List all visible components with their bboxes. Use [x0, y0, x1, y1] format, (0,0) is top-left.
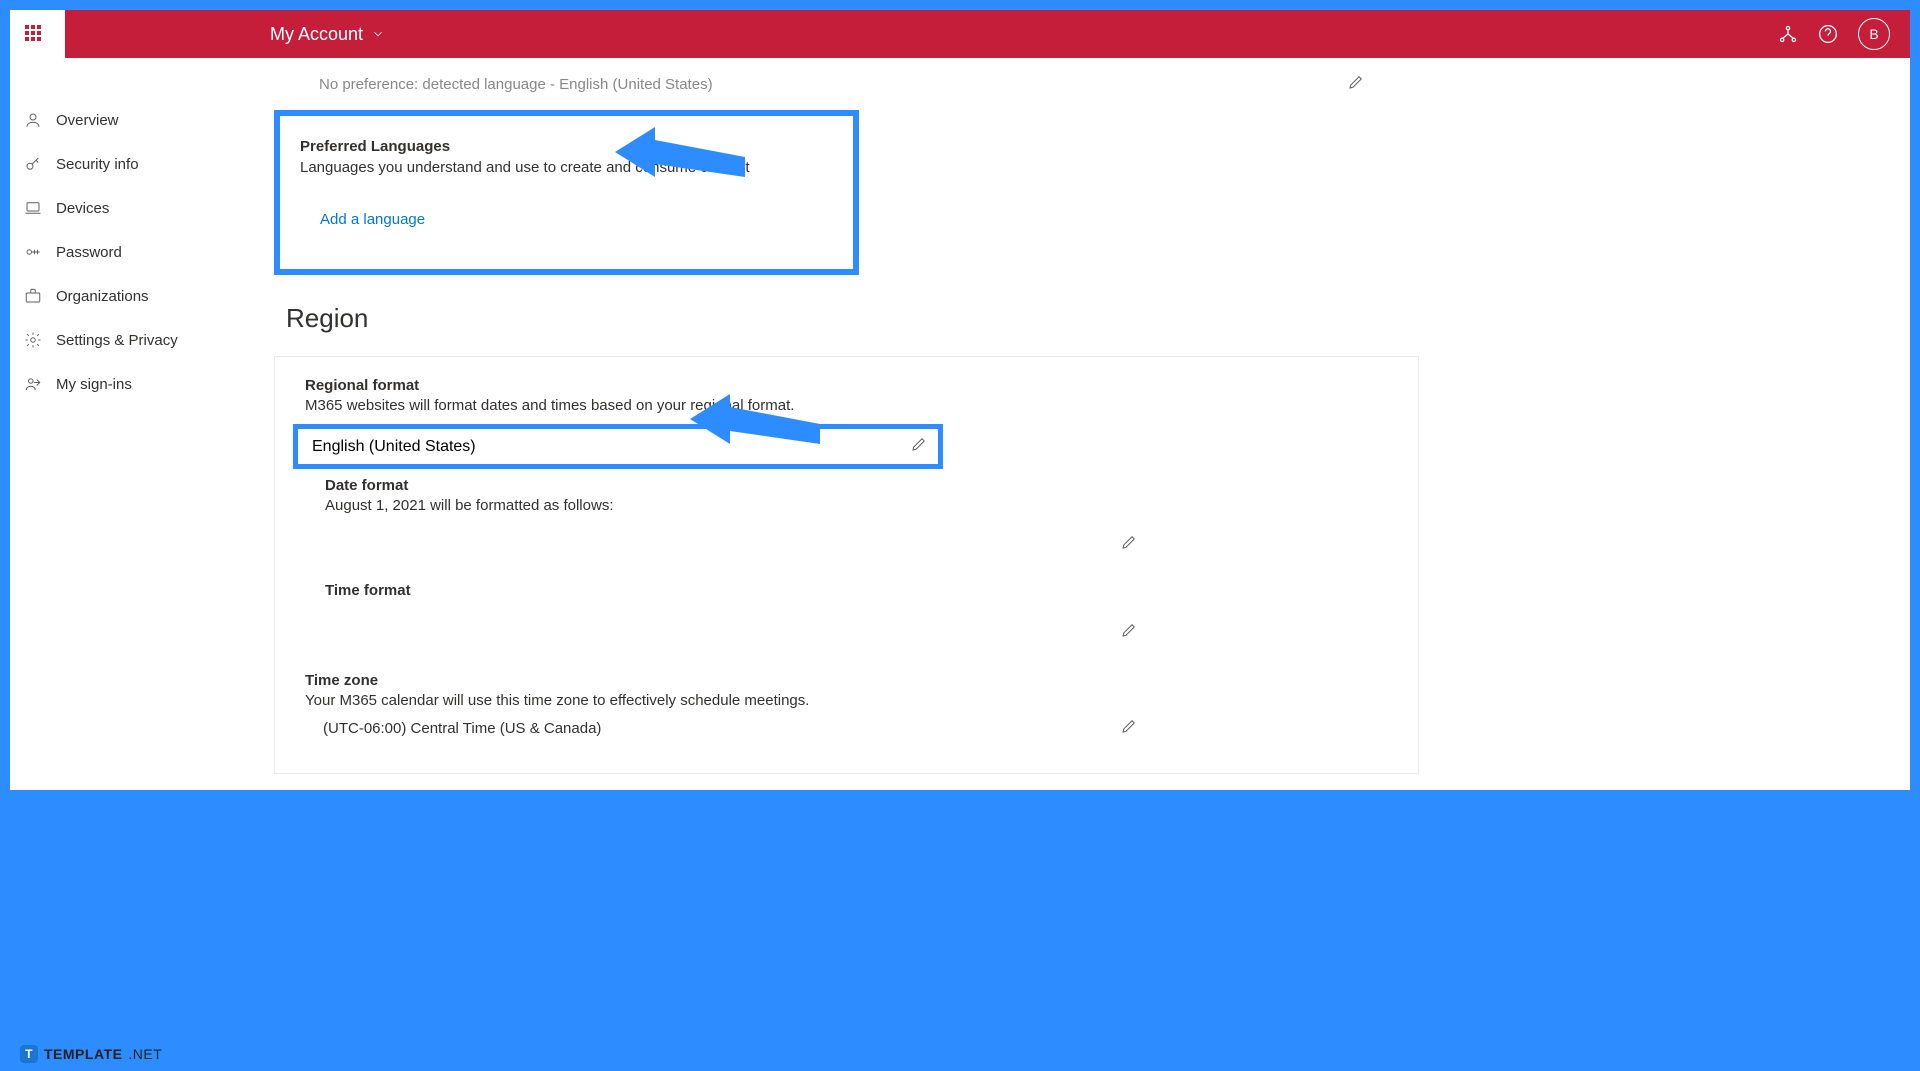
time-zone-desc: Your M365 calendar will use this time zo…	[305, 692, 1388, 709]
nav-label: Devices	[56, 200, 109, 217]
time-format-block: Time format	[325, 582, 1388, 662]
edit-date-format-button[interactable]	[1120, 533, 1138, 556]
annotation-arrow-1	[615, 122, 745, 197]
nav-label: Overview	[56, 112, 119, 129]
time-zone-value-row: (UTC-06:00) Central Time (US & Canada)	[305, 709, 1388, 747]
nav-label: Password	[56, 244, 122, 261]
preferred-languages-title: Preferred Languages	[300, 138, 833, 155]
nav-label: Security info	[56, 156, 139, 173]
date-format-value-row	[325, 514, 1388, 574]
sidebar-item-security[interactable]: Security info	[10, 142, 240, 186]
time-format-value-row	[325, 602, 1388, 662]
sidebar-item-overview[interactable]: Overview	[10, 98, 240, 142]
edit-time-format-button[interactable]	[1120, 621, 1138, 644]
preferred-languages-highlight: Preferred Languages Languages you unders…	[274, 110, 859, 275]
sidebar: Overview Security info Devices Password …	[10, 58, 240, 406]
date-format-title: Date format	[325, 477, 1388, 494]
time-zone-value: (UTC-06:00) Central Time (US & Canada)	[323, 720, 601, 737]
briefcase-icon	[24, 287, 42, 305]
edit-time-zone-button[interactable]	[1120, 717, 1138, 739]
pencil-icon	[1120, 621, 1138, 639]
nav-label: Settings & Privacy	[56, 332, 178, 349]
key-icon	[24, 155, 42, 173]
regional-format-block: Regional format M365 websites will forma…	[305, 377, 1388, 414]
signin-icon	[24, 375, 42, 393]
watermark-logo: T TEMPLATE .NET	[20, 1045, 162, 1063]
time-zone-title: Time zone	[305, 672, 1388, 689]
top-bar-actions: B	[1778, 18, 1910, 50]
waffle-icon	[25, 25, 41, 41]
sidebar-item-organizations[interactable]: Organizations	[10, 274, 240, 318]
sidebar-item-signins[interactable]: My sign-ins	[10, 362, 240, 406]
time-format-title: Time format	[325, 582, 1388, 599]
regional-format-desc: M365 websites will format dates and time…	[305, 397, 1388, 414]
date-format-desc: August 1, 2021 will be formatted as foll…	[325, 497, 1388, 514]
watermark-brand: TEMPLATE	[44, 1046, 122, 1062]
key-icon	[24, 243, 42, 261]
add-language-link[interactable]: Add a language	[320, 211, 425, 228]
nav-label: Organizations	[56, 288, 149, 305]
user-avatar[interactable]: B	[1858, 18, 1890, 50]
nav-label: My sign-ins	[56, 376, 132, 393]
pencil-icon	[1120, 717, 1138, 735]
sidebar-item-password[interactable]: Password	[10, 230, 240, 274]
app-container: My Account B Overview Security info Devi…	[10, 10, 1910, 790]
edit-regional-format-button[interactable]	[910, 435, 928, 458]
main-content: No preference: detected language - Engli…	[274, 58, 1910, 774]
top-bar: My Account B	[10, 10, 1910, 58]
detected-language-row: No preference: detected language - Engli…	[274, 68, 1890, 100]
regional-format-value: English (United States)	[312, 438, 476, 456]
t-icon: T	[20, 1045, 38, 1063]
annotation-arrow-2	[690, 389, 820, 464]
gear-icon	[24, 331, 42, 349]
region-heading: Region	[286, 303, 1890, 334]
laptop-icon	[24, 199, 42, 217]
pencil-icon	[910, 435, 928, 453]
regional-format-highlight: English (United States)	[293, 424, 943, 469]
chevron-down-icon	[371, 27, 385, 41]
preferred-languages-desc: Languages you understand and use to crea…	[300, 159, 833, 176]
page-title: My Account	[270, 24, 363, 45]
person-icon	[24, 111, 42, 129]
app-launcher-button[interactable]	[25, 25, 41, 41]
region-card: Regional format M365 websites will forma…	[274, 356, 1419, 774]
sidebar-item-settings[interactable]: Settings & Privacy	[10, 318, 240, 362]
sidebar-item-devices[interactable]: Devices	[10, 186, 240, 230]
pencil-icon	[1120, 533, 1138, 551]
regional-format-title: Regional format	[305, 377, 1388, 394]
help-icon[interactable]	[1818, 24, 1838, 44]
time-zone-block: Time zone Your M365 calendar will use th…	[305, 672, 1388, 747]
org-icon[interactable]	[1778, 24, 1798, 44]
page-title-dropdown[interactable]: My Account	[270, 24, 385, 45]
edit-detected-button[interactable]	[1347, 73, 1365, 95]
detected-text: No preference: detected language - Engli…	[319, 76, 713, 93]
pencil-icon	[1347, 73, 1365, 91]
date-format-block: Date format August 1, 2021 will be forma…	[325, 477, 1388, 574]
watermark-suffix: .NET	[128, 1046, 162, 1062]
